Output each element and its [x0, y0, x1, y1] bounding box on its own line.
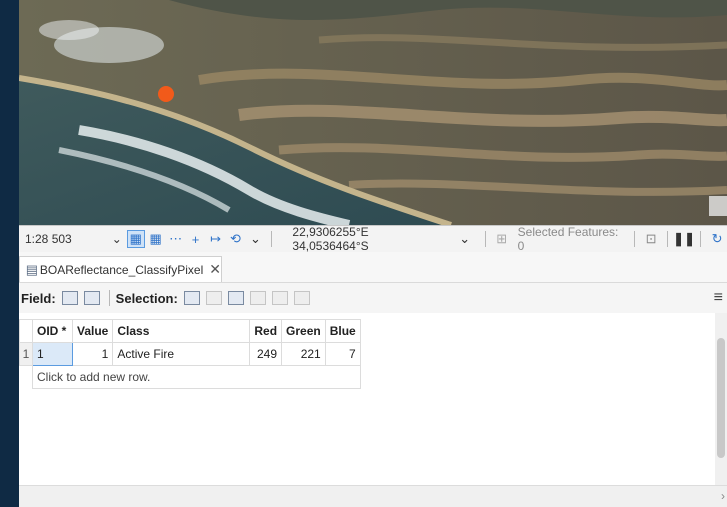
scale-value: 1:28 503 — [25, 232, 72, 246]
close-icon[interactable]: ✕ — [209, 261, 221, 278]
zoom-to-selection-icon[interactable] — [205, 291, 222, 305]
add-field-icon[interactable] — [61, 291, 78, 305]
refresh-icon[interactable]: ⊡ — [642, 230, 660, 248]
switch-selection-icon[interactable] — [227, 291, 244, 305]
refresh-map-icon[interactable]: ↻ — [708, 230, 726, 248]
scrollbar-thumb[interactable] — [717, 338, 725, 458]
cell-red[interactable]: 249 — [249, 342, 283, 366]
row-number[interactable]: 1 — [19, 342, 33, 366]
table-tab-bar: ▤ BOAReflectance_ClassifyPixel ✕ — [19, 252, 727, 283]
menu-icon[interactable]: ≡ — [714, 289, 723, 307]
column-header-green[interactable]: Green — [281, 319, 326, 343]
cell-oid[interactable]: 1 — [32, 342, 73, 366]
column-header-blue[interactable]: Blue — [324, 319, 361, 343]
row-header-corner — [19, 319, 33, 343]
table-row[interactable]: 1 1 1 Active Fire 249 221 7 — [19, 342, 361, 366]
pan-icon[interactable]: ↦ — [207, 230, 225, 248]
cell-green[interactable]: 221 — [281, 342, 326, 366]
attribute-table: OID * Value Class Red Green Blue 1 1 1 A… — [19, 313, 727, 485]
selection-label: Selection: — [115, 290, 178, 306]
cell-blue[interactable]: 7 — [324, 342, 361, 366]
scale-dropdown[interactable]: 1:28 503 ⌄ — [21, 230, 126, 248]
table-header-row: OID * Value Class Red Green Blue — [19, 319, 361, 343]
left-panel-strip — [0, 0, 19, 506]
table-icon: ▤ — [25, 261, 39, 277]
map-view[interactable] — [19, 0, 727, 225]
horizontal-scrollbar[interactable]: › — [19, 485, 727, 507]
field-label: Field: — [21, 290, 56, 306]
column-header-red[interactable]: Red — [249, 319, 283, 343]
chevron-down-icon[interactable]: ⌄ — [246, 230, 264, 248]
column-header-value[interactable]: Value — [71, 319, 114, 343]
coordinate-readout: 22,9306255°E 34,0536464°S — [292, 225, 369, 253]
divider — [634, 231, 636, 247]
copy-selection-icon[interactable] — [293, 291, 310, 305]
cell-value[interactable]: 1 — [71, 342, 114, 366]
selected-features-count[interactable]: Selected Features: 0 — [518, 225, 628, 253]
selected-features-icon: ⊞ — [496, 231, 508, 246]
select-by-attributes-icon[interactable] — [183, 291, 200, 305]
tab-title: BOAReflectance_ClassifyPixel — [39, 262, 204, 277]
map-status-bar: 1:28 503 ⌄ ▦ ▦ ⋯ + ↦ ⟲ ⌄ 22,9306255°E 34… — [19, 225, 727, 253]
crosshair-icon[interactable]: + — [187, 230, 205, 248]
chevron-right-icon[interactable]: › — [721, 489, 725, 503]
clear-selection-icon[interactable] — [249, 291, 266, 305]
snapping-icon[interactable]: ⋯ — [167, 230, 185, 248]
column-header-oid[interactable]: OID * — [32, 319, 73, 343]
add-row[interactable]: Click to add new row. — [19, 365, 361, 389]
pause-icon[interactable]: ❚❚ — [673, 230, 695, 248]
row-header-empty — [19, 365, 33, 389]
cell-class[interactable]: Active Fire — [112, 342, 251, 366]
divider — [271, 231, 273, 247]
chevron-down-icon: ⌄ — [111, 232, 122, 246]
grid-icon[interactable]: ▦ — [147, 230, 165, 248]
tab-boareflectance-classifypixel[interactable]: ▤ BOAReflectance_ClassifyPixel ✕ — [19, 256, 222, 282]
calculate-field-icon[interactable] — [83, 291, 100, 305]
chevron-down-icon[interactable]: ⌄ — [456, 230, 474, 248]
add-new-row-text[interactable]: Click to add new row. — [32, 365, 361, 389]
rotate-icon[interactable]: ⟲ — [227, 230, 245, 248]
delete-selection-icon[interactable] — [271, 291, 288, 305]
divider — [667, 231, 669, 247]
column-header-class[interactable]: Class — [112, 319, 251, 343]
divider — [484, 231, 486, 247]
fixed-extent-icon[interactable]: ▦ — [126, 230, 145, 248]
divider — [700, 231, 702, 247]
vertical-scrollbar[interactable] — [715, 313, 727, 485]
divider — [108, 290, 110, 306]
attribute-table-toolbar: Field: Selection: ≡ — [19, 283, 727, 314]
